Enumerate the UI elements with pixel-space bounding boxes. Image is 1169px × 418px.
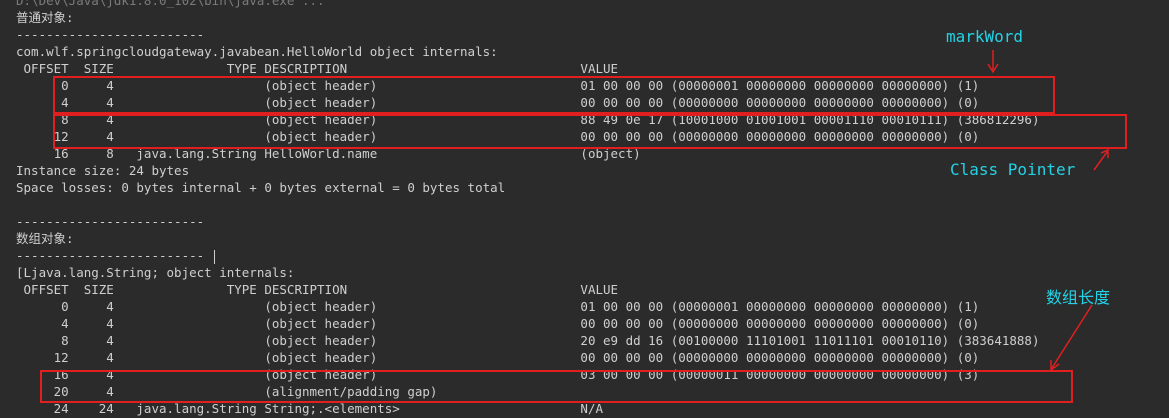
array-length-arrow <box>1051 304 1093 369</box>
class-pointer-arrow <box>1093 151 1108 171</box>
console-output: D:\Dev\Java\jdk1.8.0_102\bin\java.exe ..… <box>0 0 1169 418</box>
array-length-arrowhead <box>1050 360 1060 372</box>
class-pointer-arrowhead <box>1100 148 1109 158</box>
annotation-arrows <box>987 50 1109 372</box>
